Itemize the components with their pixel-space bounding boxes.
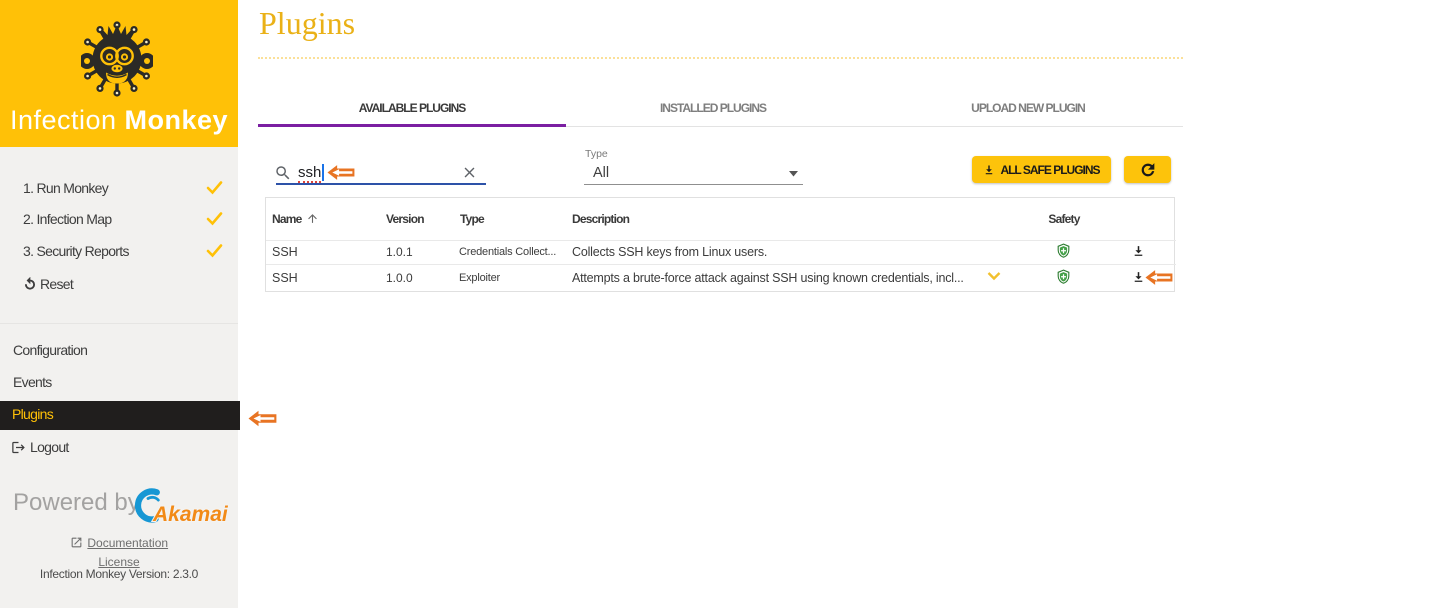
svg-text:Akamai: Akamai — [152, 503, 229, 526]
